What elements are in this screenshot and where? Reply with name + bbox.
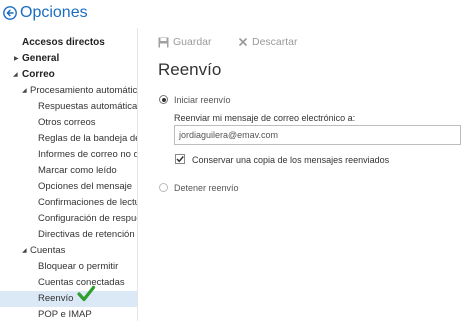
back-arrow-icon[interactable] bbox=[3, 6, 17, 20]
main-panel: Guardar Descartar Reenvío Iniciar reenví… bbox=[138, 28, 465, 321]
expand-triangle-icon[interactable]: ▶ bbox=[14, 55, 19, 62]
keep-copy-checkbox[interactable] bbox=[175, 154, 185, 164]
discard-button[interactable]: Descartar bbox=[238, 35, 298, 49]
forward-address-input[interactable]: jordiaguilera@emav.com bbox=[174, 125, 461, 145]
sidebar-item-reply-settings[interactable]: Configuración de respuesta bbox=[38, 211, 137, 227]
start-forwarding-radio[interactable] bbox=[159, 95, 168, 104]
sidebar-item-message-options[interactable]: Opciones del mensaje bbox=[38, 179, 132, 195]
collapse-triangle-icon[interactable]: ◢ bbox=[13, 71, 18, 78]
sidebar-item-junk-reports[interactable]: Informes de correo no deseado bbox=[38, 147, 137, 163]
sidebar: Accesos directos ▶ General ◢ Correo ◢ Pr… bbox=[0, 28, 138, 321]
save-icon bbox=[158, 37, 169, 47]
stop-forwarding-radio[interactable] bbox=[159, 183, 168, 192]
checkmark-icon bbox=[77, 285, 96, 302]
app-title: Opciones bbox=[20, 4, 88, 21]
sidebar-item-pop-imap[interactable]: POP e IMAP bbox=[38, 307, 92, 321]
header: Opciones bbox=[0, 0, 465, 28]
sidebar-item-accounts[interactable]: Cuentas bbox=[30, 243, 65, 259]
sidebar-item-mark-as-read[interactable]: Marcar como leído bbox=[38, 163, 117, 179]
start-forwarding-label[interactable]: Iniciar reenvío bbox=[174, 95, 231, 105]
sidebar-item-auto-replies[interactable]: Respuestas automáticas bbox=[38, 99, 137, 115]
discard-label: Descartar bbox=[252, 36, 298, 48]
sidebar-item-forwarding[interactable]: Reenvío bbox=[0, 291, 137, 307]
collapse-triangle-icon[interactable]: ◢ bbox=[22, 87, 27, 94]
sidebar-item-retention-policies[interactable]: Directivas de retención bbox=[38, 227, 135, 243]
sidebar-item-read-receipts[interactable]: Confirmaciones de lectura bbox=[38, 195, 137, 211]
check-icon bbox=[176, 156, 184, 163]
sidebar-item-label: Reenvío bbox=[38, 293, 74, 304]
sidebar-item-inbox-rules[interactable]: Reglas de la bandeja de entrada bbox=[38, 131, 137, 147]
stop-forwarding-label[interactable]: Detener reenvío bbox=[174, 183, 239, 193]
collapse-triangle-icon[interactable]: ◢ bbox=[22, 247, 27, 254]
keep-copy-label[interactable]: Conservar una copia de los mensajes reen… bbox=[192, 155, 389, 165]
sidebar-item-general[interactable]: General bbox=[22, 51, 59, 67]
save-label: Guardar bbox=[173, 36, 212, 48]
save-button[interactable]: Guardar bbox=[158, 35, 212, 49]
sidebar-item-mail[interactable]: Correo bbox=[22, 67, 55, 83]
forward-to-label: Reenviar mi mensaje de correo electrónic… bbox=[174, 113, 356, 123]
page-title: Reenvío bbox=[158, 60, 222, 79]
sidebar-item-block-allow[interactable]: Bloquear o permitir bbox=[38, 259, 118, 275]
close-icon bbox=[238, 37, 248, 47]
sidebar-item-auto-processing[interactable]: Procesamiento automático bbox=[30, 83, 137, 99]
sidebar-item-shortcuts[interactable]: Accesos directos bbox=[22, 35, 105, 51]
sidebar-item-other-mail[interactable]: Otros correos bbox=[38, 115, 96, 131]
